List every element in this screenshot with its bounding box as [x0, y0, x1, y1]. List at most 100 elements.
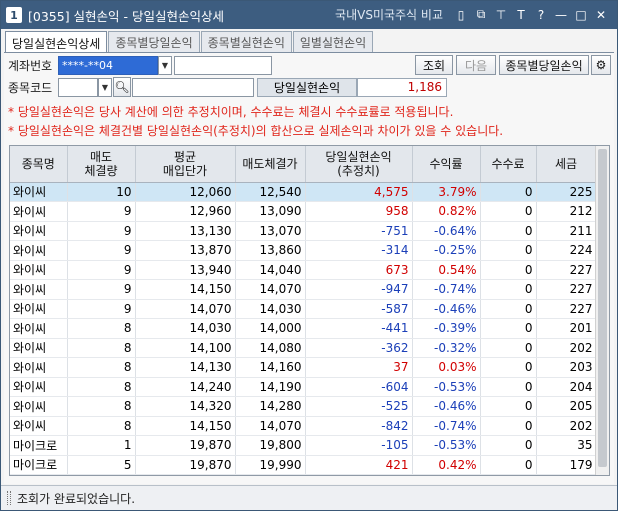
next-button[interactable]: 다음 [456, 55, 496, 75]
account-dropdown-icon[interactable]: ▼ [158, 55, 172, 75]
column-header[interactable]: 종목명 [10, 146, 68, 183]
pin-icon[interactable]: ⊤ [493, 7, 509, 23]
cell-stock-name: 마이크로 [10, 435, 68, 456]
cell-sell-qty: 1 [67, 435, 136, 456]
tab-daily-realized[interactable]: 일별실현손익 [292, 31, 374, 53]
cell-realized-pnl: -314 [305, 240, 413, 261]
table-row[interactable]: 와이씨 8 14,150 14,070 -842 -0.74% 0 202 [10, 416, 597, 436]
cell-return-rate: -0.39% [412, 318, 481, 339]
cell-sell-price: 19,800 [235, 435, 306, 456]
grip-icon [7, 491, 11, 505]
screen-icon[interactable]: ▯ [453, 7, 469, 23]
cell-return-rate: -0.25% [412, 240, 481, 261]
column-header[interactable]: 수수료 [480, 146, 537, 183]
column-header[interactable]: 세금 [536, 146, 597, 183]
today-realized-pnl-label: 당일실현손익 [257, 77, 357, 97]
cell-sell-price: 13,860 [235, 240, 306, 261]
content-panel: 계좌번호 ****-**04 ▼ 조회 다음 종목별당일손익 ⚙ 종목코드 ▼ … [4, 52, 614, 484]
cell-stock-name: 와이씨 [10, 182, 68, 202]
table-row[interactable]: 마이크로 5 19,870 19,990 421 0.42% 0 179 [10, 455, 597, 475]
scrollbar-thumb[interactable] [598, 149, 607, 467]
maximize-icon[interactable]: □ [573, 7, 589, 23]
realized-pnl-grid[interactable]: 종목명 매도 체결량 평균 매입단가 매도체결가 당일실현손익 (추정치) 수익률 수수료 세금 와… [9, 145, 610, 476]
column-header-label: 수수료 [491, 156, 525, 171]
close-icon[interactable]: ✕ [593, 7, 609, 23]
column-header[interactable]: 평균 매입단가 [135, 146, 236, 183]
cell-sell-qty: 8 [67, 377, 136, 397]
copy-window-icon[interactable]: ⧉ [473, 7, 489, 23]
cell-realized-pnl: -947 [305, 279, 413, 300]
screen-number-badge[interactable]: 1 [6, 7, 22, 23]
cell-tax: 202 [536, 416, 597, 436]
tab-by-stock-today[interactable]: 종목별당일손익 [108, 31, 200, 53]
notice-estimate: * 당일실현손익은 당사 계산에 의한 추정치이며, 수수료는 체결시 수수료률… [8, 105, 454, 119]
cell-sell-qty: 8 [67, 416, 136, 436]
cell-realized-pnl: 37 [305, 357, 413, 378]
tab-today-realized-detail[interactable]: 당일실현손익상세 [5, 31, 108, 54]
cell-sell-price: 14,280 [235, 396, 306, 417]
account-password-field[interactable] [174, 55, 272, 75]
column-header-label: 매도 [89, 149, 113, 164]
compare-link[interactable]: 국내VS미국주식 비교 [335, 6, 443, 23]
cell-sell-qty: 9 [67, 201, 136, 222]
column-header[interactable]: 매도 체결량 [67, 146, 136, 183]
cell-fee: 0 [480, 299, 537, 319]
table-row[interactable]: 와이씨 8 14,240 14,190 -604 -0.53% 0 204 [10, 377, 597, 397]
cell-tax: 204 [536, 377, 597, 397]
cell-avg-buy-price: 14,320 [135, 396, 236, 417]
column-header[interactable]: 당일실현손익 (추정치) [305, 146, 413, 183]
table-row[interactable]: 와이씨 9 12,960 13,090 958 0.82% 0 212 [10, 201, 597, 222]
cell-avg-buy-price: 14,240 [135, 377, 236, 397]
table-row[interactable]: 와이씨 9 13,870 13,860 -314 -0.25% 0 224 [10, 240, 597, 261]
cell-return-rate: -0.53% [412, 377, 481, 397]
cell-stock-name: 와이씨 [10, 240, 68, 261]
stock-code-input[interactable] [58, 77, 98, 97]
cell-fee: 0 [480, 396, 537, 417]
cell-avg-buy-price: 19,870 [135, 455, 236, 475]
column-header[interactable]: 수익률 [412, 146, 481, 183]
vertical-scrollbar[interactable] [595, 146, 609, 475]
table-row[interactable]: 마이크로 1 19,870 19,800 -105 -0.53% 0 35 [10, 435, 597, 456]
cell-stock-name: 와이씨 [10, 318, 68, 339]
table-row[interactable]: 와이씨 9 14,150 14,070 -947 -0.74% 0 227 [10, 279, 597, 300]
search-icon[interactable]: 🔍︎ [113, 77, 131, 97]
cell-avg-buy-price: 14,030 [135, 318, 236, 339]
cell-sell-price: 13,090 [235, 201, 306, 222]
cell-fee: 0 [480, 455, 537, 475]
cell-fee: 0 [480, 279, 537, 300]
table-row[interactable]: 와이씨 8 14,030 14,000 -441 -0.39% 0 201 [10, 318, 597, 339]
table-row[interactable]: 와이씨 8 14,320 14,280 -525 -0.46% 0 205 [10, 396, 597, 417]
table-row[interactable]: 와이씨 9 13,130 13,070 -751 -0.64% 0 211 [10, 221, 597, 241]
tab-by-stock-realized[interactable]: 종목별실현손익 [200, 31, 292, 53]
cell-realized-pnl: 673 [305, 260, 413, 280]
column-header-sublabel: (추정치) [337, 163, 380, 178]
settings-gear-icon[interactable]: ⚙ [591, 55, 611, 75]
cell-tax: 203 [536, 357, 597, 378]
cell-fee: 0 [480, 416, 537, 436]
table-row[interactable]: 와이씨 9 14,070 14,030 -587 -0.46% 0 227 [10, 299, 597, 319]
cell-sell-qty: 9 [67, 221, 136, 241]
query-button[interactable]: 조회 [415, 55, 453, 75]
table-row[interactable]: 와이씨 10 12,060 12,540 4,575 3.79% 0 225 [10, 182, 597, 202]
cell-sell-price: 13,070 [235, 221, 306, 241]
cell-sell-qty: 9 [67, 279, 136, 300]
minimize-icon[interactable]: — [553, 7, 569, 23]
help-icon[interactable]: ? [533, 7, 549, 23]
table-body: 와이씨 10 12,060 12,540 4,575 3.79% 0 225 와이씨 9 12,96… [10, 182, 597, 475]
tab-strip: 당일실현손익상세 종목별당일손익 종목별실현손익 일별실현손익 [5, 31, 374, 54]
stock-code-dropdown-icon[interactable]: ▼ [98, 77, 112, 97]
by-stock-pnl-button[interactable]: 종목별당일손익 [499, 55, 589, 75]
cell-return-rate: 0.54% [412, 260, 481, 280]
account-input[interactable]: ****-**04 [58, 55, 158, 75]
column-header[interactable]: 매도체결가 [235, 146, 306, 183]
cell-realized-pnl: 421 [305, 455, 413, 475]
cell-realized-pnl: 4,575 [305, 182, 413, 202]
cell-realized-pnl: 958 [305, 201, 413, 222]
cell-sell-qty: 8 [67, 318, 136, 339]
cell-realized-pnl: -105 [305, 435, 413, 456]
table-row[interactable]: 와이씨 9 13,940 14,040 673 0.54% 0 227 [10, 260, 597, 280]
font-size-icon[interactable]: T [513, 7, 529, 23]
table-row[interactable]: 와이씨 8 14,130 14,160 37 0.03% 0 203 [10, 357, 597, 378]
cell-stock-name: 와이씨 [10, 338, 68, 358]
table-row[interactable]: 와이씨 8 14,100 14,080 -362 -0.32% 0 202 [10, 338, 597, 358]
